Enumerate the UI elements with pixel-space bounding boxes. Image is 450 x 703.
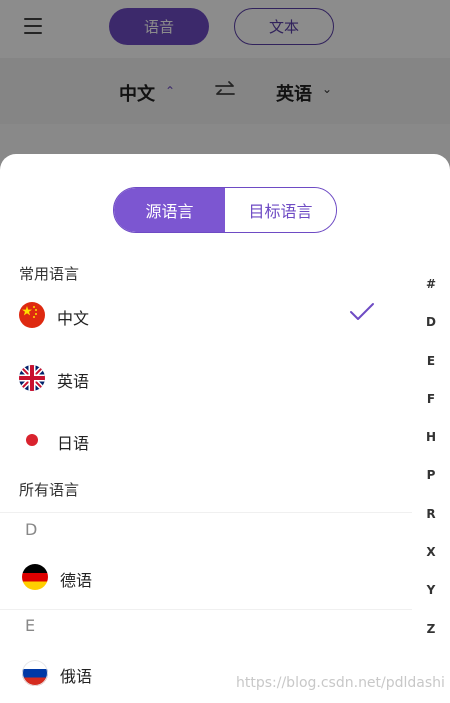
index-letter[interactable]: Z [422,619,440,657]
ru-flag-icon [22,660,48,686]
divider [0,609,412,610]
list-item-label: 俄语 [60,667,93,686]
index-letter[interactable]: H [422,427,440,465]
index-letter[interactable]: # [422,274,440,312]
group-header-e: E [25,616,36,635]
check-icon [350,303,374,320]
group-header-d: D [25,520,38,539]
common-languages-title: 常用语言 [19,265,80,283]
list-item-chinese[interactable]: 中文 [0,295,412,335]
uk-flag-icon [19,365,45,391]
divider [0,512,412,513]
all-languages-title: 所有语言 [19,481,80,499]
tab-target-language[interactable]: 目标语言 [225,188,336,232]
list-item-english[interactable]: 英语 [0,358,412,398]
index-letter[interactable]: Y [422,580,440,618]
list-item-label: 英语 [57,372,90,391]
tab-source-language[interactable]: 源语言 [114,188,225,232]
index-letter[interactable]: E [422,351,440,389]
language-picker-sheet: 源语言 目标语言 常用语言 中文 英语 日语 所有语言 D 德语 E 俄语 # … [0,154,450,703]
language-type-tabs: 源语言 目标语言 [113,187,337,233]
list-item-label: 日语 [57,434,90,453]
jp-flag-icon [19,427,45,453]
list-item-japanese[interactable]: 日语 [0,420,412,460]
alphabet-index[interactable]: # D E F H P R X Y Z [422,274,440,657]
index-letter[interactable]: R [422,504,440,542]
list-item-label: 德语 [60,571,93,590]
cn-flag-icon [19,302,45,328]
watermark-text: https://blog.csdn.net/pdldashi [236,675,445,691]
index-letter[interactable]: D [422,312,440,350]
index-letter[interactable]: F [422,389,440,427]
index-letter[interactable]: P [422,465,440,503]
list-item-german[interactable]: 德语 [0,557,412,597]
list-item-label: 中文 [57,309,90,328]
index-letter[interactable]: X [422,542,440,580]
de-flag-icon [22,564,48,590]
